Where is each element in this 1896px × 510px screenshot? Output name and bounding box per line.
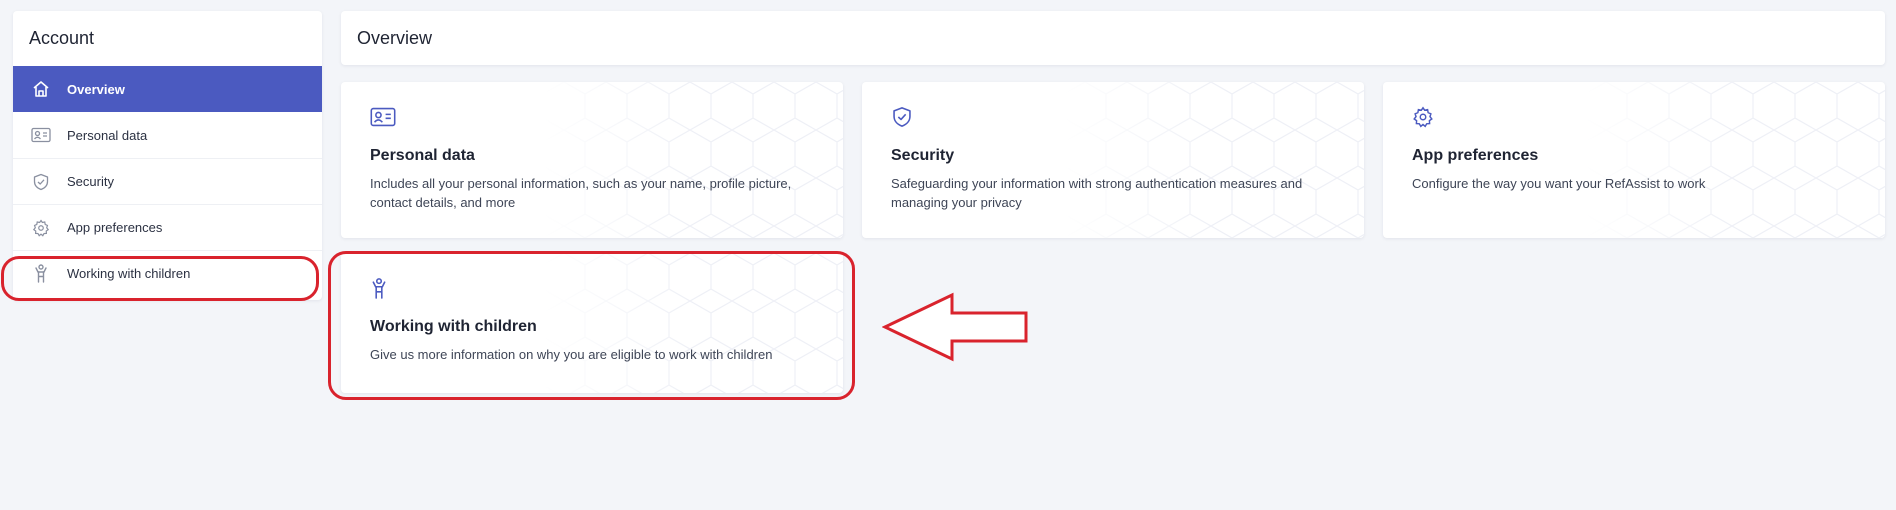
- sidebar-item-overview[interactable]: Overview: [13, 66, 322, 112]
- card-description: Safeguarding your information with stron…: [891, 176, 1303, 210]
- sidebar-item-app-preferences[interactable]: App preferences: [13, 204, 322, 250]
- shield-check-icon: [31, 172, 51, 192]
- page-title: Overview: [341, 11, 1885, 65]
- shield-check-icon: [891, 106, 917, 132]
- gear-icon: [31, 218, 51, 238]
- card-app-preferences[interactable]: App preferences Configure the way you wa…: [1383, 82, 1885, 238]
- sidebar-title: Account: [29, 28, 95, 48]
- sidebar-item-label: Security: [67, 174, 114, 189]
- card-security[interactable]: Security Safeguarding your information w…: [862, 82, 1364, 238]
- card-title: App preferences: [1412, 147, 1539, 164]
- card-personal-data[interactable]: Personal data Includes all your personal…: [341, 82, 843, 238]
- hexagon-pattern: [1064, 82, 1364, 238]
- hexagon-pattern: [543, 82, 843, 238]
- sidebar-item-personal-data[interactable]: Personal data: [13, 112, 322, 158]
- annotation-highlight-card: [328, 251, 855, 400]
- card-title: Security: [891, 147, 955, 164]
- card-description: Includes all your personal information, …: [370, 176, 792, 210]
- app-root: Account Overview Personal data Security …: [0, 0, 1896, 510]
- sidebar-item-security[interactable]: Security: [13, 158, 322, 204]
- id-card-icon: [31, 125, 51, 145]
- hexagon-pattern: [1585, 82, 1885, 238]
- home-icon: [31, 79, 51, 99]
- sidebar-item-label: Overview: [67, 81, 125, 97]
- annotation-arrow-icon: [882, 292, 1028, 362]
- sidebar-item-label: Personal data: [67, 127, 148, 143]
- card-description: Configure the way you want your RefAssis…: [1412, 176, 1706, 191]
- card-title: Personal data: [370, 147, 475, 164]
- sidebar-item-label: App preferences: [67, 220, 163, 235]
- gear-icon: [1412, 106, 1438, 132]
- id-card-icon: [370, 106, 396, 132]
- annotation-highlight-sidebar: [1, 256, 319, 301]
